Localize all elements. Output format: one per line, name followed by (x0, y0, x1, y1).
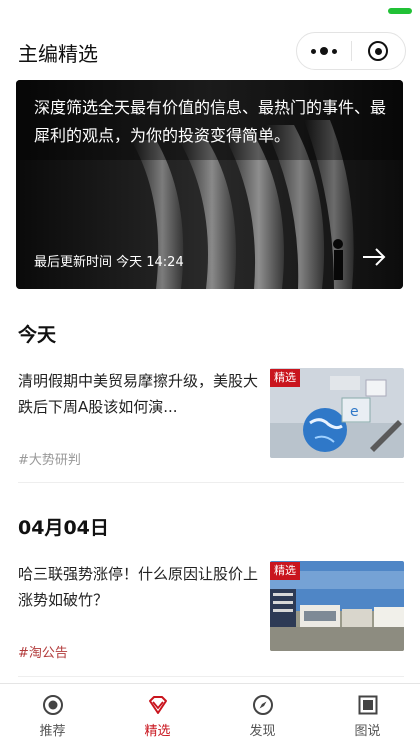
compass-icon (252, 695, 273, 715)
tab-featured[interactable]: 精选 (105, 684, 210, 747)
featured-badge: 精选 (270, 562, 300, 580)
tab-discover[interactable]: 发现 (210, 684, 315, 747)
mini-program-capsule (296, 32, 406, 70)
article-tag[interactable]: #大势研判 (18, 449, 81, 468)
tab-label: 推荐 (39, 724, 66, 739)
divider (18, 676, 404, 677)
close-target-icon (368, 41, 389, 61)
page-title: 主编精选 (18, 42, 98, 66)
article-thumbnail: 精选 (270, 561, 404, 651)
feature-banner[interactable]: 深度筛选全天最有价值的信息、最热门的事件、最犀利的观点，为你的投资变得简单。 最… (16, 80, 403, 289)
diamond-icon (148, 696, 167, 714)
tab-recommend[interactable]: 推荐 (0, 684, 105, 747)
article-item[interactable]: 清明假期中美贸易摩擦升级，美股大跌后下周A股该如何演... #大势研判 精选 e (0, 368, 420, 478)
status-indicator (388, 8, 412, 14)
banner-update-time: 最后更新时间 今天 14:24 (34, 255, 184, 270)
section-date-today: 今天 (18, 324, 57, 346)
section-date: 04月04日 (18, 517, 109, 539)
divider (18, 482, 404, 483)
svg-text:e: e (350, 404, 359, 420)
more-dots-icon (310, 47, 337, 55)
bottom-tab-bar: 推荐 精选 发现 图说 (0, 683, 420, 747)
tab-label: 精选 (144, 724, 171, 739)
article-item[interactable]: 哈三联强势涨停！什么原因让股价上涨势如破竹？ #淘公告 精选 (0, 561, 420, 671)
tab-pictures[interactable]: 图说 (315, 684, 420, 747)
featured-badge: 精选 (270, 369, 300, 387)
close-button[interactable] (351, 33, 405, 69)
article-title: 哈三联强势涨停！什么原因让股价上涨势如破竹？ (18, 565, 259, 609)
navigation-bar: 主编精选 (0, 32, 420, 70)
article-thumbnail: 精选 e (270, 368, 404, 458)
tab-label: 发现 (249, 724, 276, 739)
recommend-icon (42, 695, 63, 715)
article-tag[interactable]: #淘公告 (18, 642, 68, 661)
banner-headline: 深度筛选全天最有价值的信息、最热门的事件、最犀利的观点，为你的投资变得简单。 (34, 98, 387, 145)
tab-label: 图说 (354, 724, 381, 739)
arrow-right-icon[interactable] (361, 247, 387, 267)
picture-icon (358, 695, 377, 715)
article-title: 清明假期中美贸易摩擦升级，美股大跌后下周A股该如何演... (18, 372, 259, 416)
more-button[interactable] (297, 33, 351, 69)
